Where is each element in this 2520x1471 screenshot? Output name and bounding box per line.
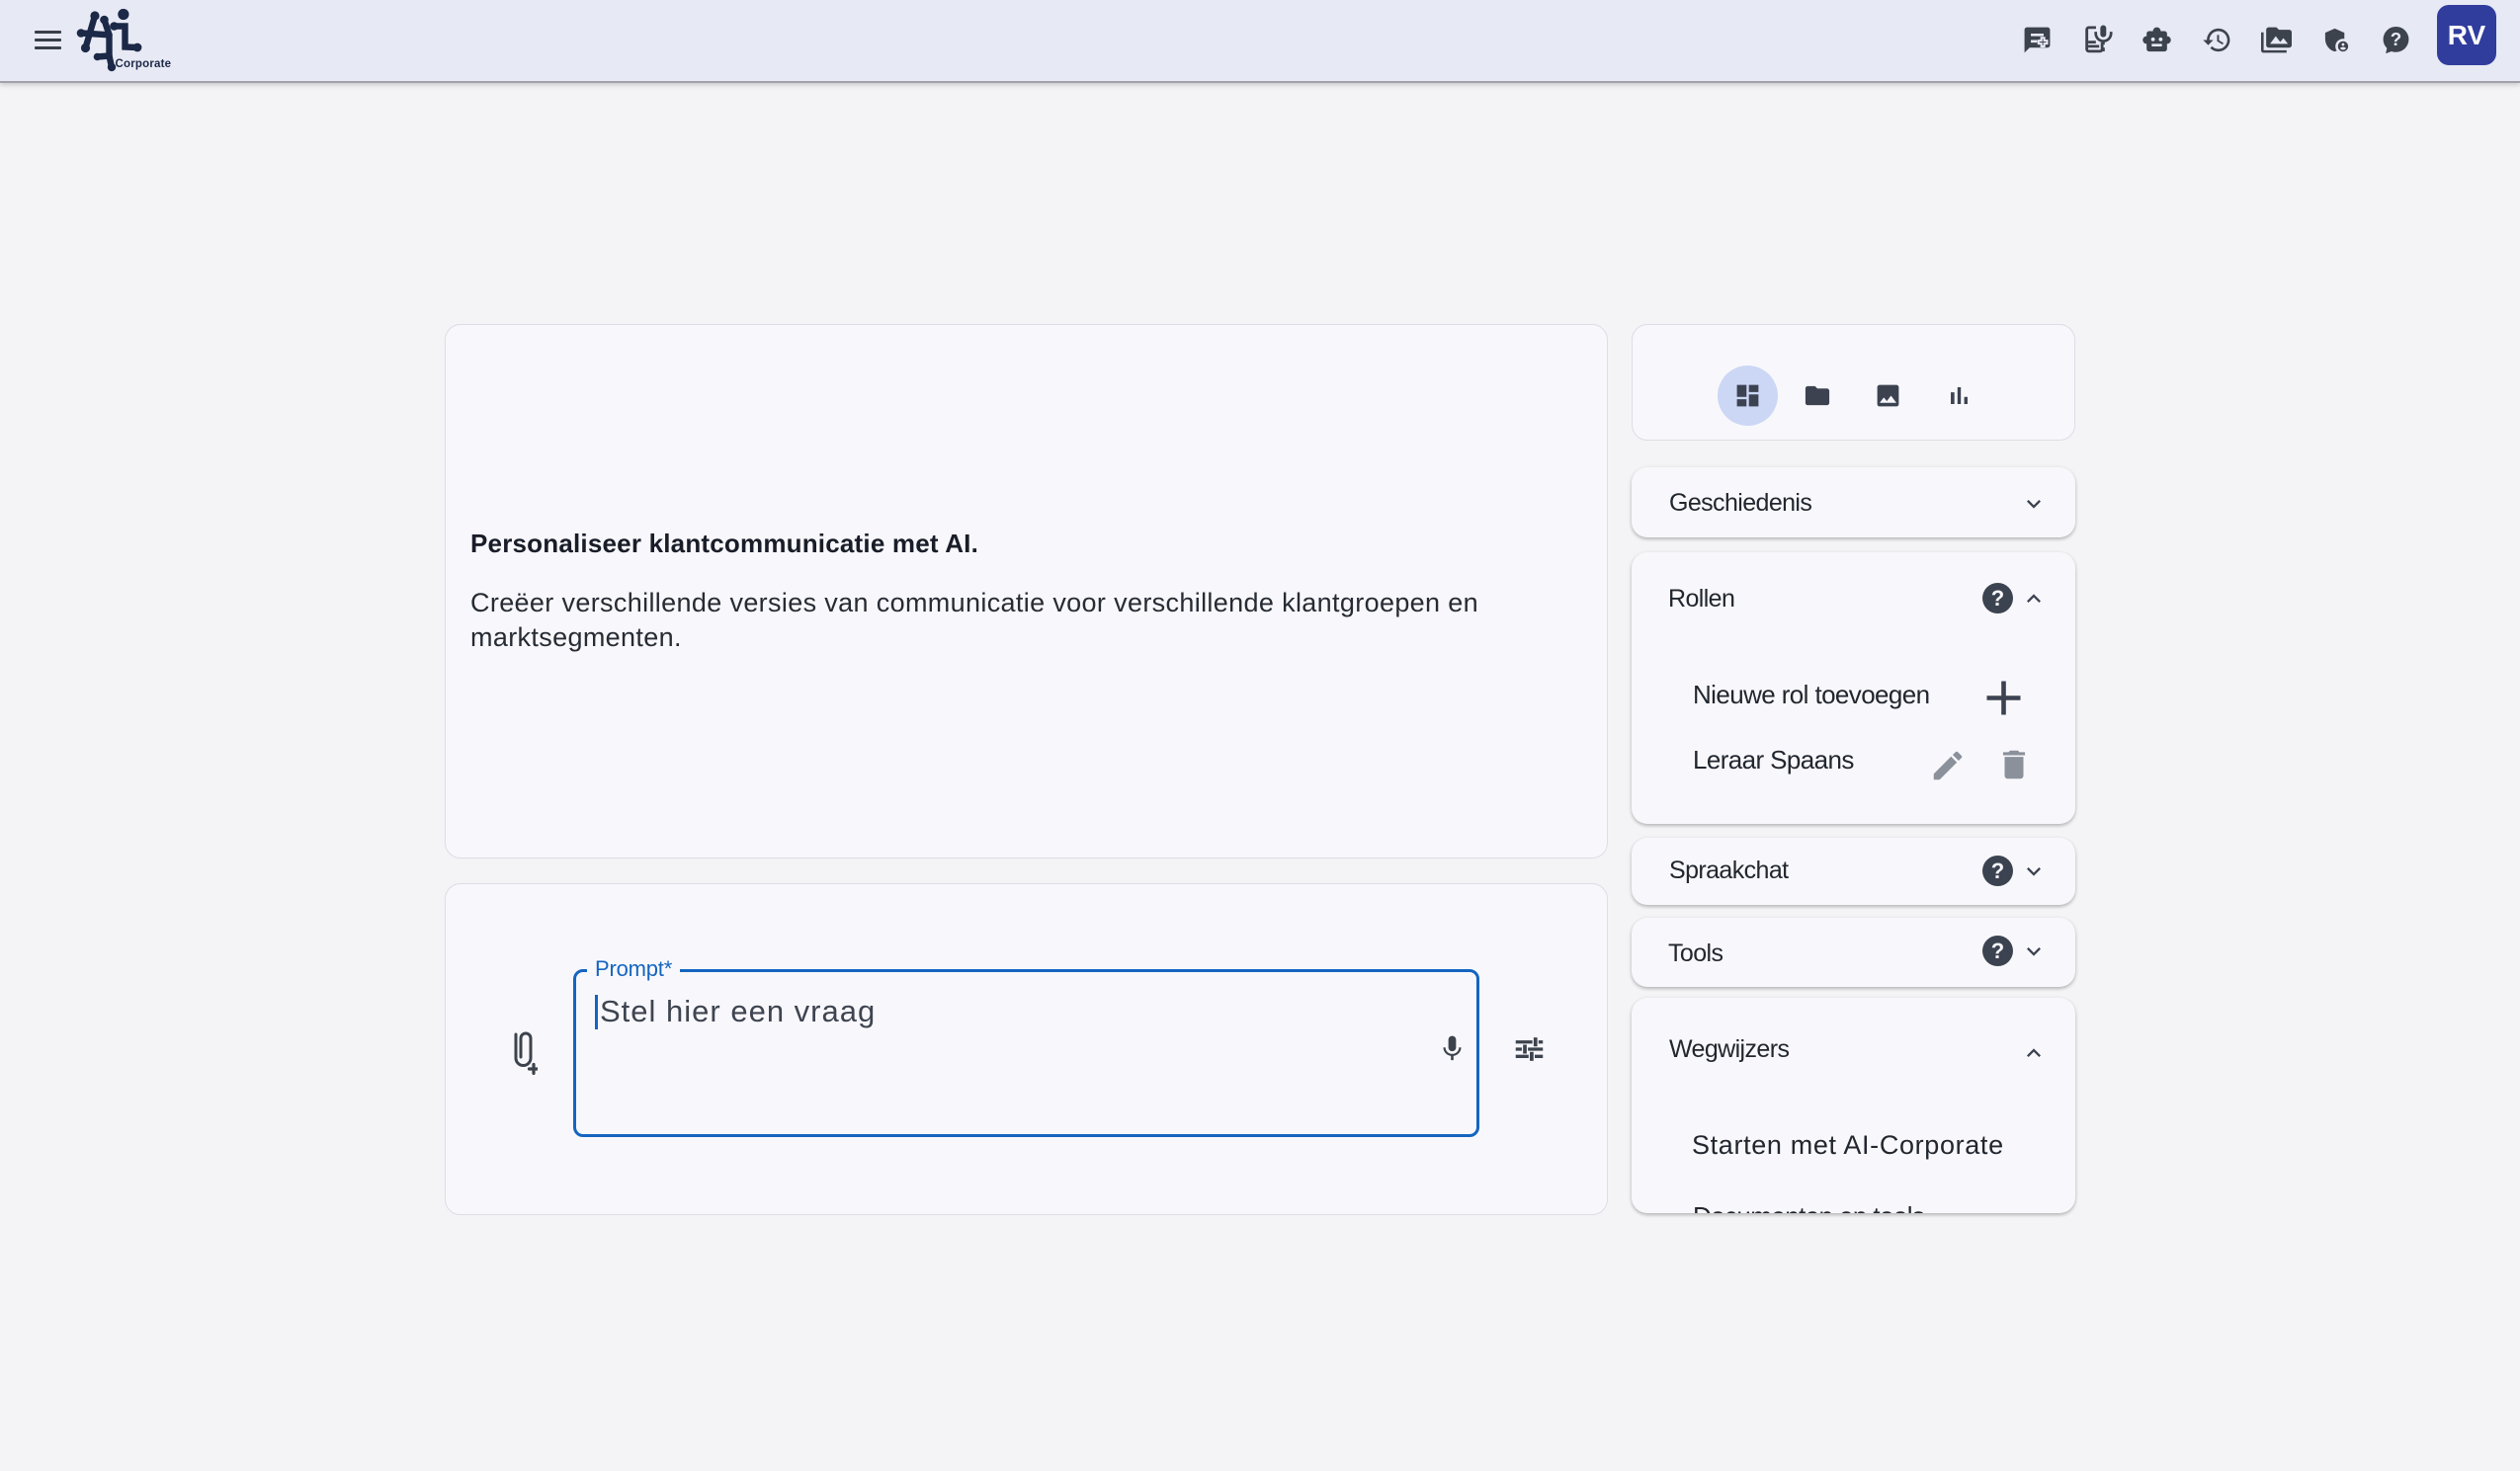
svg-text:?: ? <box>2391 29 2401 49</box>
svg-text:Corporate: Corporate <box>116 58 172 70</box>
